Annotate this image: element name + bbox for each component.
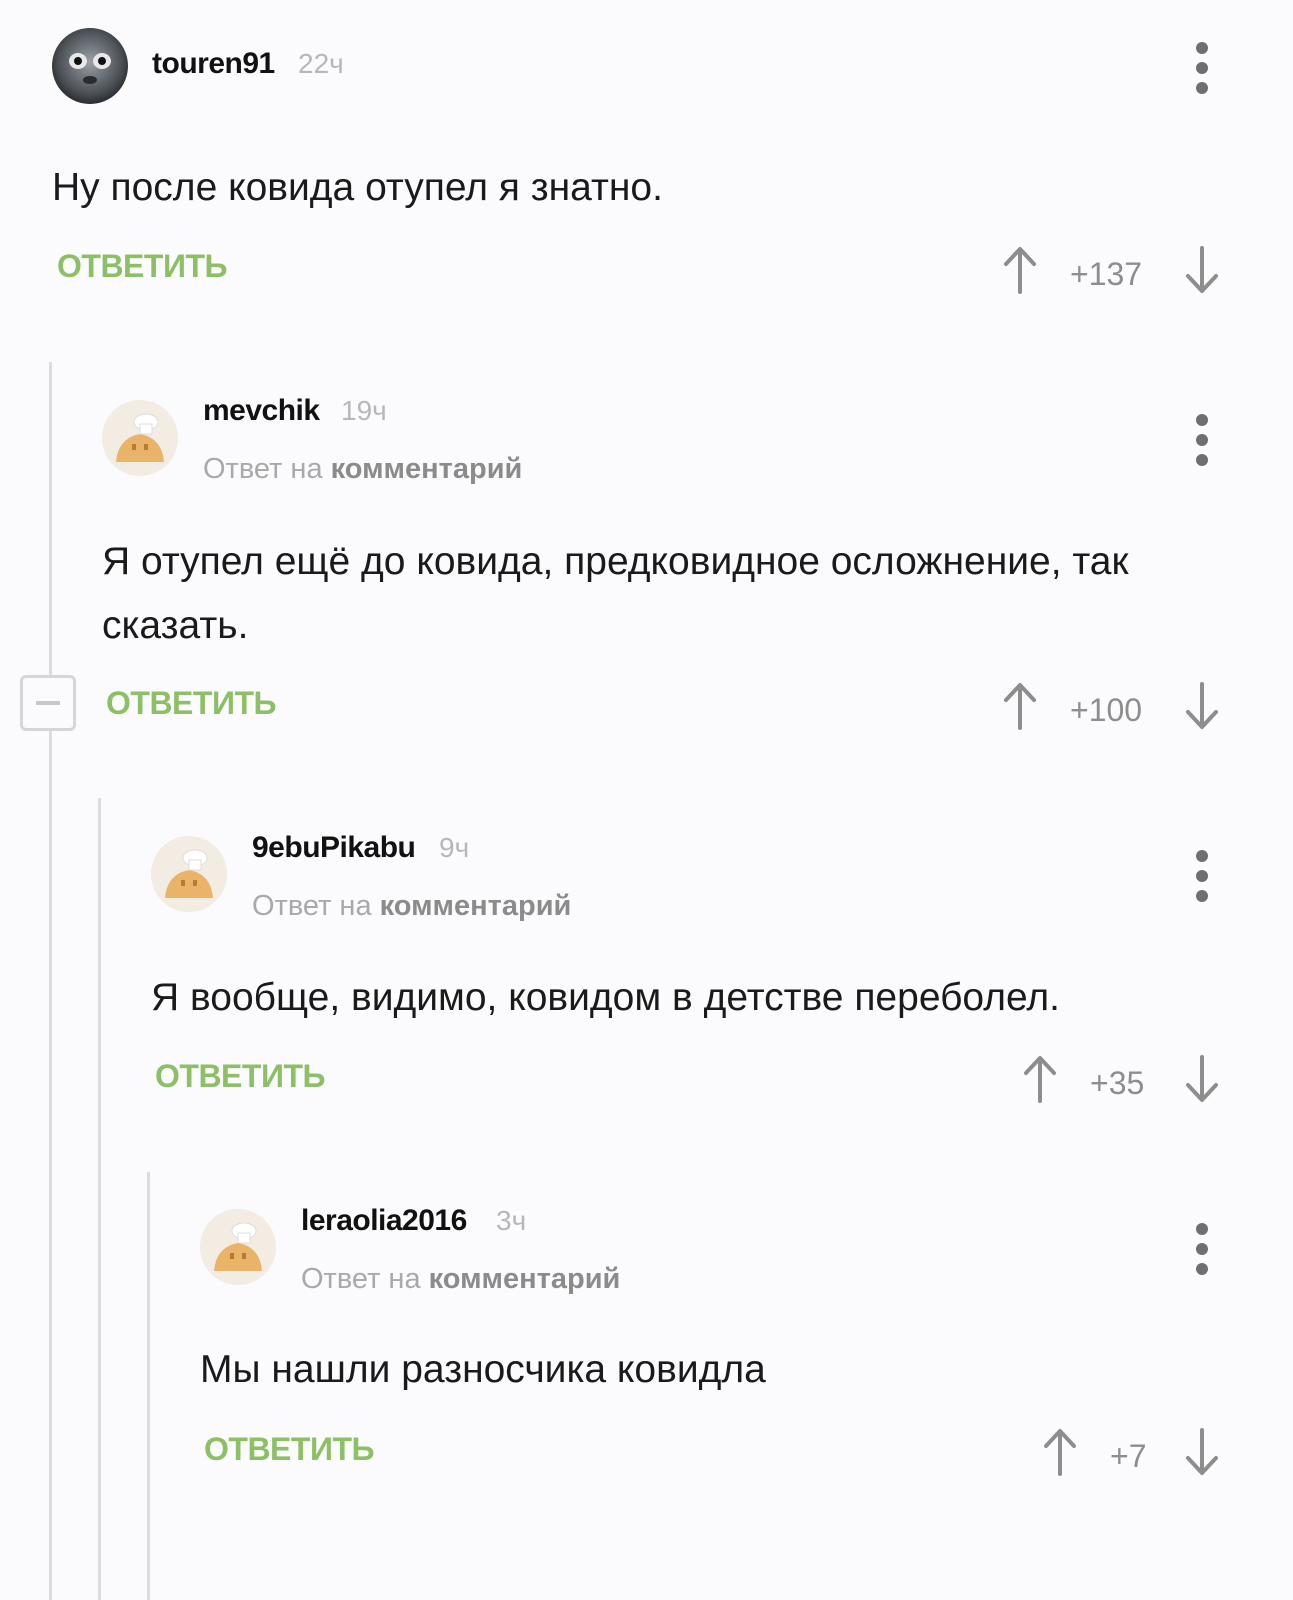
rating-value: +7 bbox=[1110, 1438, 1147, 1474]
upvote-arrow-icon[interactable] bbox=[1000, 244, 1040, 296]
vote-controls: +137 bbox=[1000, 244, 1225, 304]
rating-value: +100 bbox=[1070, 692, 1143, 728]
reply-button[interactable]: ОТВЕТИТЬ bbox=[106, 685, 276, 722]
rating-value: +137 bbox=[1070, 256, 1143, 292]
avatar[interactable] bbox=[151, 836, 227, 912]
comment-text: Мы нашли разносчика ковидла bbox=[200, 1348, 766, 1391]
downvote-arrow-icon[interactable] bbox=[1182, 1053, 1222, 1105]
default-avatar-icon bbox=[102, 400, 178, 476]
reply-to-prefix: Ответ на bbox=[203, 453, 323, 485]
comment-time: 3ч bbox=[496, 1205, 527, 1236]
comment-time: 19ч bbox=[341, 395, 387, 426]
vote-controls: +35 bbox=[1020, 1053, 1225, 1113]
reply-to-prefix: Ответ на bbox=[252, 890, 372, 922]
upvote-arrow-icon[interactable] bbox=[1020, 1053, 1060, 1105]
comment-text: Ну после ковида отупел я знатно. bbox=[52, 166, 663, 209]
user-avatar-icon bbox=[52, 28, 128, 104]
reply-to-link[interactable]: комментарий bbox=[429, 1263, 621, 1295]
thread-line-level-3 bbox=[147, 1172, 150, 1600]
downvote-arrow-icon[interactable] bbox=[1182, 244, 1222, 296]
comment-text: Я отупел ещё до ковида, предковидное осл… bbox=[102, 540, 1129, 647]
reply-button[interactable]: ОТВЕТИТЬ bbox=[57, 248, 227, 285]
vote-controls: +100 bbox=[1000, 680, 1225, 740]
comment-text: Я вообще, видимо, ковидом в детстве пере… bbox=[151, 976, 1060, 1019]
default-avatar-icon bbox=[200, 1209, 276, 1285]
upvote-arrow-icon[interactable] bbox=[1040, 1426, 1080, 1478]
default-avatar-icon bbox=[151, 836, 227, 912]
comment-time: 9ч bbox=[439, 832, 470, 863]
thread-line-level-1 bbox=[49, 362, 52, 1600]
username[interactable]: mevchik bbox=[203, 394, 320, 428]
reply-to-label: Ответ на комментарий bbox=[301, 1263, 620, 1296]
username[interactable]: touren91 bbox=[152, 47, 275, 81]
reply-to-label: Ответ на комментарий bbox=[252, 890, 571, 923]
avatar[interactable] bbox=[200, 1209, 276, 1285]
upvote-arrow-icon[interactable] bbox=[1000, 680, 1040, 732]
more-options-icon[interactable] bbox=[1195, 1223, 1209, 1279]
avatar[interactable] bbox=[52, 28, 128, 104]
thread-line-level-2 bbox=[98, 798, 101, 1600]
reply-to-link[interactable]: комментарий bbox=[380, 890, 572, 922]
username[interactable]: leraolia2016 bbox=[301, 1204, 467, 1238]
more-options-icon[interactable] bbox=[1195, 850, 1209, 906]
collapse-thread-button[interactable] bbox=[20, 675, 76, 731]
reply-to-label: Ответ на комментарий bbox=[203, 453, 522, 486]
comment-time: 22ч bbox=[298, 48, 344, 79]
reply-to-link[interactable]: комментарий bbox=[331, 453, 523, 485]
downvote-arrow-icon[interactable] bbox=[1182, 1426, 1222, 1478]
reply-button[interactable]: ОТВЕТИТЬ bbox=[204, 1431, 374, 1468]
vote-controls: +7 bbox=[1040, 1426, 1225, 1486]
reply-button[interactable]: ОТВЕТИТЬ bbox=[155, 1058, 325, 1095]
reply-to-prefix: Ответ на bbox=[301, 1263, 421, 1295]
more-options-icon[interactable] bbox=[1195, 414, 1209, 470]
avatar[interactable] bbox=[102, 400, 178, 476]
username[interactable]: 9ebuPikabu bbox=[252, 831, 416, 865]
more-options-icon[interactable] bbox=[1195, 42, 1209, 98]
rating-value: +35 bbox=[1090, 1065, 1145, 1101]
downvote-arrow-icon[interactable] bbox=[1182, 680, 1222, 732]
